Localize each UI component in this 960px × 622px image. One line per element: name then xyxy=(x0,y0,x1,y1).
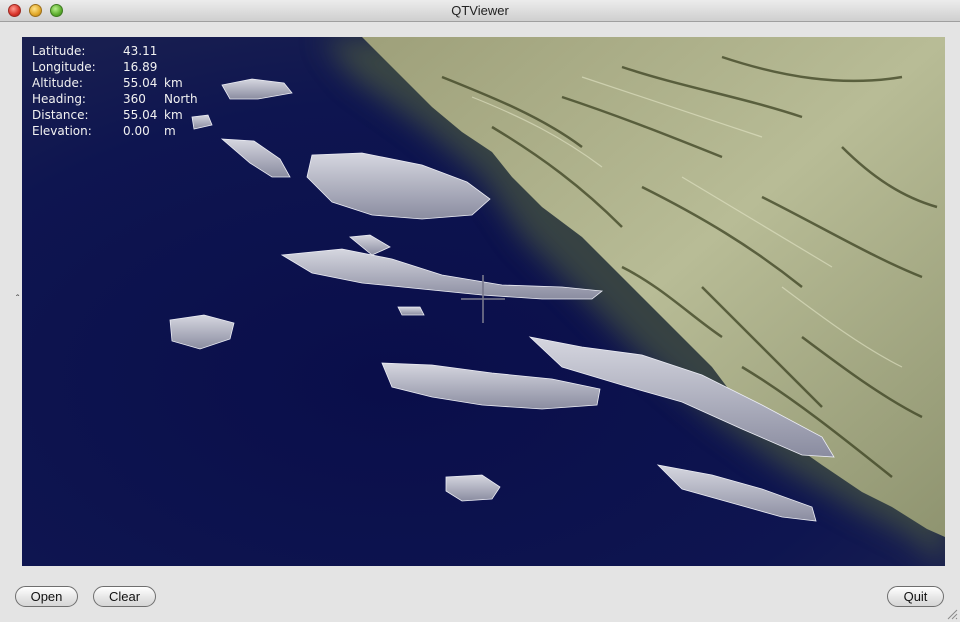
hud-row-longitude: Longitude: 16.89 xyxy=(32,59,198,75)
island-l xyxy=(397,306,425,316)
caret-up-icon: ˆ xyxy=(16,294,20,305)
distance-value: 55.04 xyxy=(123,108,158,122)
resize-grip-icon[interactable] xyxy=(947,609,958,620)
altitude-value: 55.04 xyxy=(123,76,158,90)
title-bar: QTViewer xyxy=(0,0,960,22)
elevation-unit: m xyxy=(164,124,176,138)
longitude-value: 16.89 xyxy=(123,60,158,74)
hud-row-distance: Distance: 55.04 km xyxy=(32,107,198,123)
distance-unit: km xyxy=(164,108,183,122)
map-viewport[interactable]: Latitude: 43.11 Longitude: 16.89 Altitud… xyxy=(22,37,945,566)
quit-button[interactable]: Quit xyxy=(887,586,944,607)
heading-label: Heading: xyxy=(32,92,86,106)
position-readout: Latitude: 43.11 Longitude: 16.89 Altitud… xyxy=(32,43,198,139)
heading-unit: North xyxy=(164,92,198,106)
longitude-label: Longitude: xyxy=(32,60,96,74)
latitude-value: 43.11 xyxy=(123,44,158,58)
window-title: QTViewer xyxy=(451,3,509,18)
distance-label: Distance: xyxy=(32,108,89,122)
heading-value: 360 xyxy=(123,92,146,106)
hud-row-heading: Heading: 360 North xyxy=(32,91,198,107)
hud-row-altitude: Altitude: 55.04 km xyxy=(32,75,198,91)
hud-row-elevation: Elevation: 0.00 m xyxy=(32,123,198,139)
latitude-label: Latitude: xyxy=(32,44,86,58)
elevation-value: 0.00 xyxy=(123,124,150,138)
elevation-label: Elevation: xyxy=(32,124,92,138)
hud-row-latitude: Latitude: 43.11 xyxy=(32,43,198,59)
open-button[interactable]: Open xyxy=(15,586,78,607)
altitude-unit: km xyxy=(164,76,183,90)
altitude-label: Altitude: xyxy=(32,76,83,90)
clear-button[interactable]: Clear xyxy=(93,586,156,607)
longitude-unit xyxy=(163,59,164,75)
latitude-unit xyxy=(163,43,164,59)
